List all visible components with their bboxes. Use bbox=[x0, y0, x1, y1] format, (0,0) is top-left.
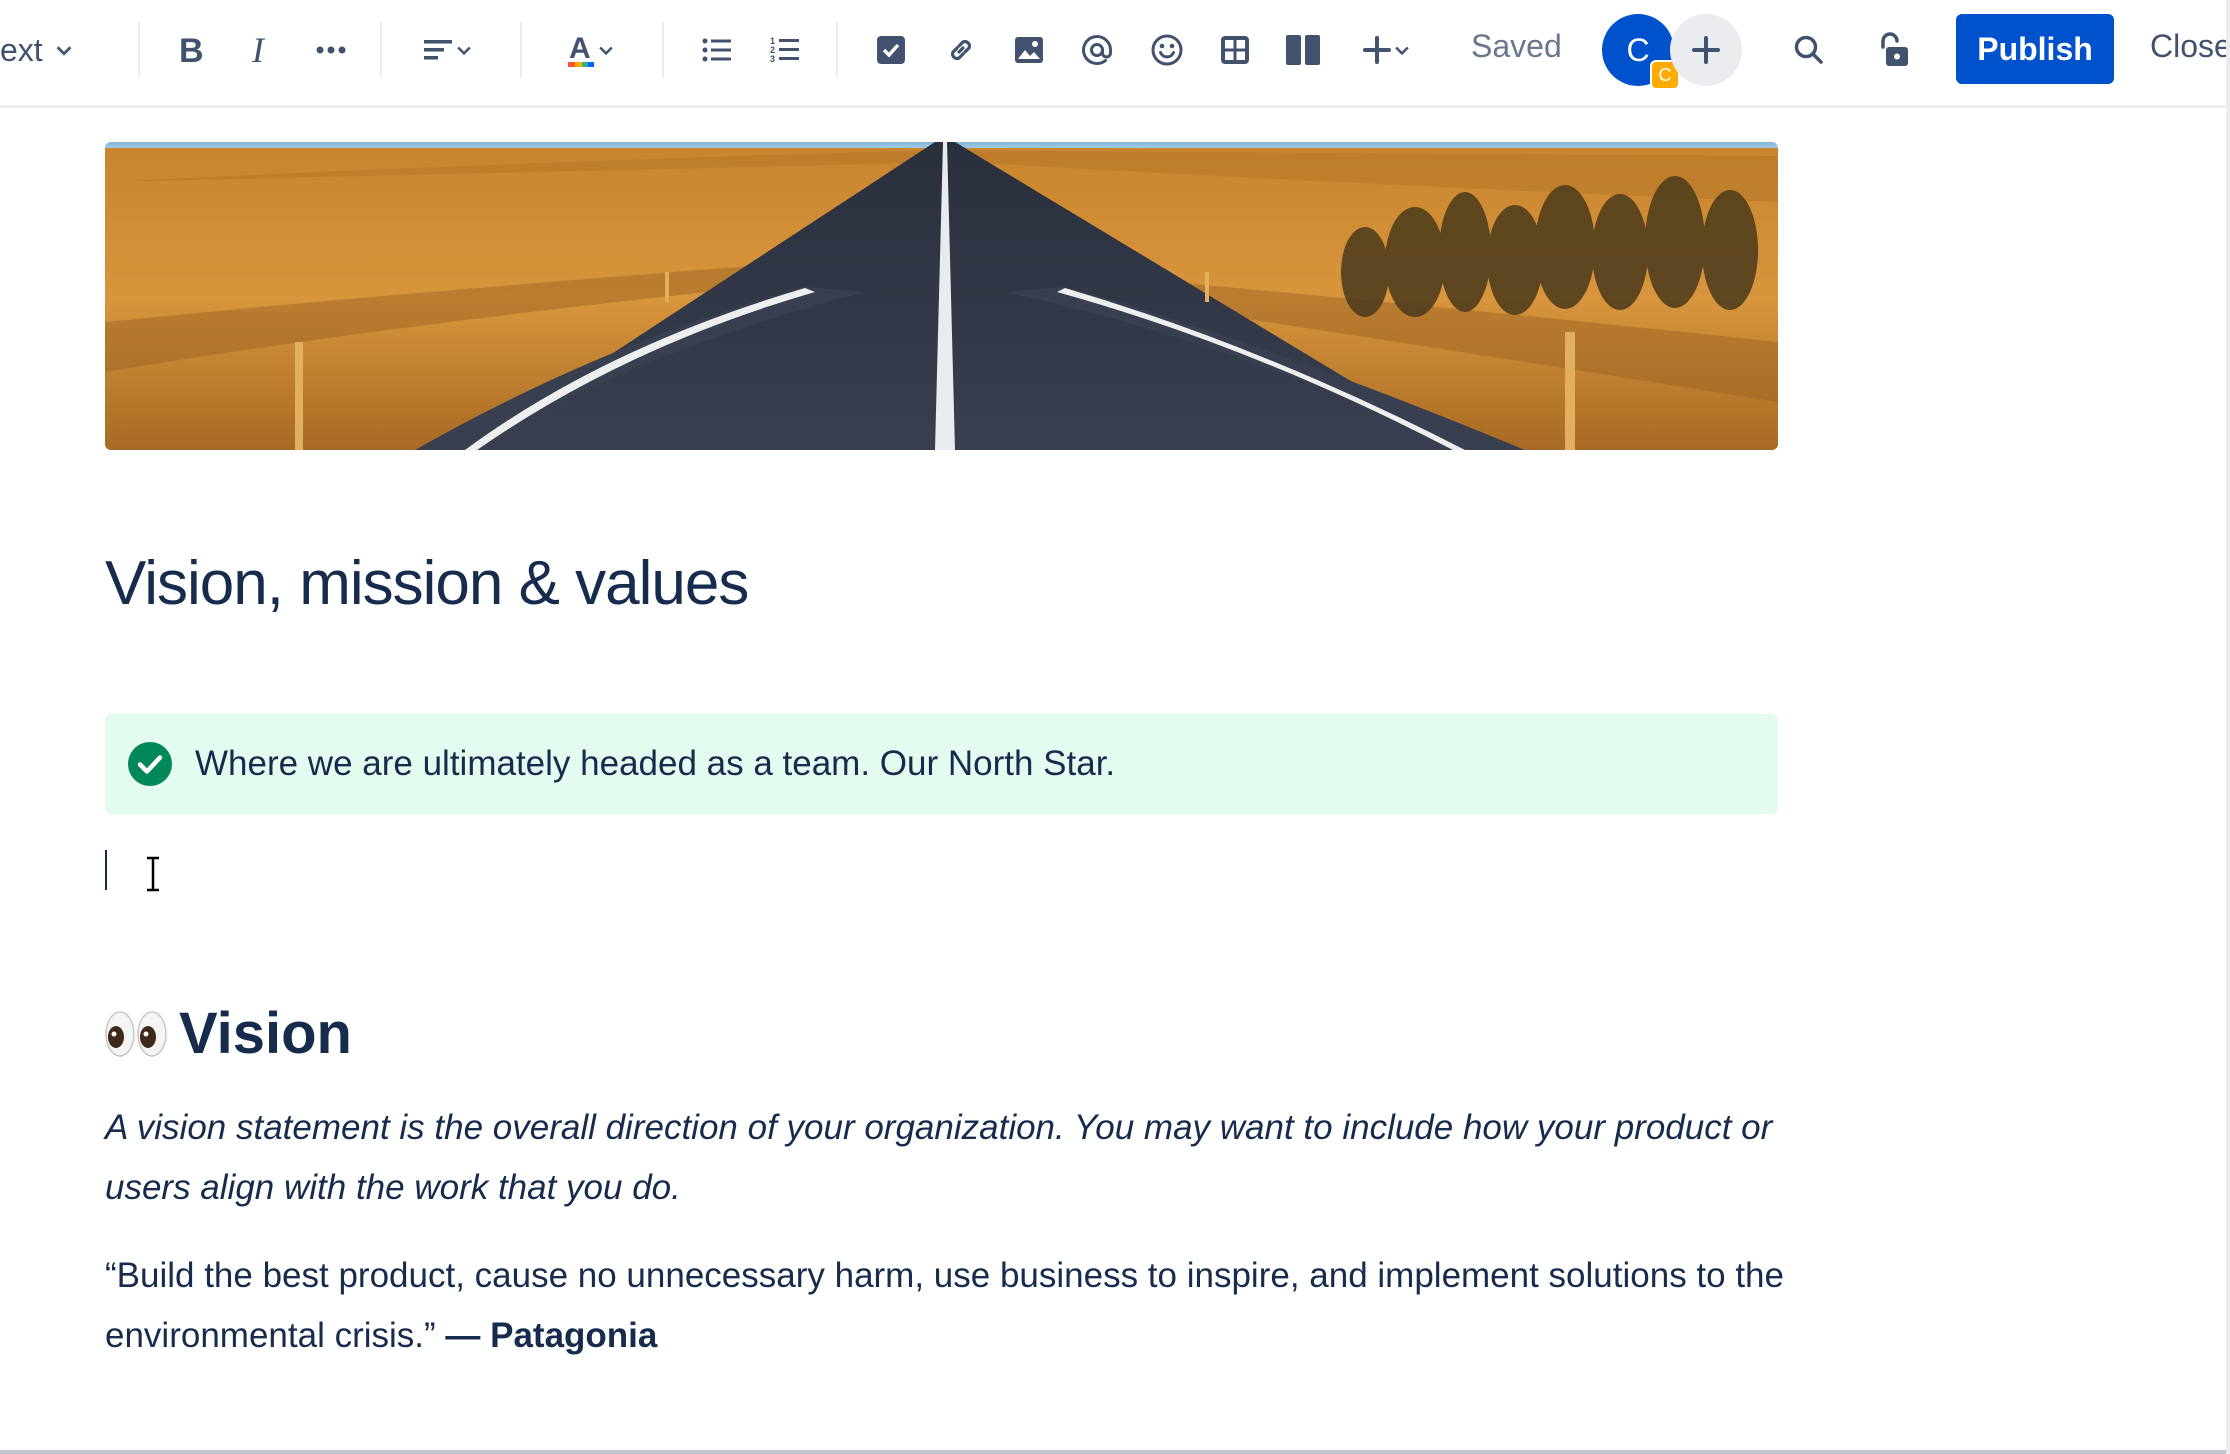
chevron-down-icon bbox=[457, 46, 471, 56]
align-left-icon bbox=[424, 40, 452, 60]
insert-more-dropdown[interactable] bbox=[1350, 20, 1424, 80]
more-formatting-button[interactable] bbox=[306, 20, 356, 80]
collaborator-avatar[interactable]: C C bbox=[1602, 14, 1680, 90]
more-icon bbox=[316, 46, 346, 54]
bullet-list-button[interactable] bbox=[692, 20, 742, 80]
alignment-dropdown[interactable] bbox=[414, 20, 484, 80]
unlock-icon bbox=[1881, 32, 1908, 66]
toolbar-divider bbox=[520, 22, 522, 78]
restrictions-button[interactable] bbox=[1868, 20, 1918, 80]
emoji-icon bbox=[1151, 34, 1183, 66]
bullet-list-icon bbox=[702, 38, 731, 62]
plus-icon bbox=[1363, 36, 1391, 64]
quote-author: — Patagonia bbox=[445, 1316, 658, 1355]
svg-text:A: A bbox=[569, 32, 591, 65]
close-button[interactable]: Close bbox=[2150, 28, 2230, 65]
svg-text:B: B bbox=[179, 33, 204, 67]
editor-toolbar: ext B I A 123 Saved C C Publish Close bbox=[0, 0, 2230, 108]
italic-icon: I bbox=[251, 33, 266, 67]
chevron-down-icon bbox=[56, 46, 72, 56]
table-button[interactable] bbox=[1210, 20, 1260, 80]
plus-icon bbox=[1692, 36, 1720, 64]
text-color-dropdown[interactable]: A bbox=[556, 20, 626, 80]
mention-icon bbox=[1082, 35, 1112, 66]
bold-button[interactable]: B bbox=[166, 20, 216, 80]
chevron-down-icon bbox=[599, 46, 613, 56]
action-item-button[interactable] bbox=[866, 20, 916, 80]
vision-heading-text: Vision bbox=[179, 1001, 352, 1066]
search-icon bbox=[1794, 35, 1823, 64]
save-status: Saved bbox=[1471, 28, 1562, 64]
toolbar-divider bbox=[380, 22, 382, 78]
toolbar-divider bbox=[662, 22, 664, 78]
quote-text: “Build the best product, cause no unnece… bbox=[105, 1256, 1784, 1355]
panel-text: Where we are ultimately headed as a team… bbox=[195, 744, 1116, 783]
eyes-icon bbox=[105, 1010, 167, 1058]
numbered-list-button[interactable]: 123 bbox=[760, 20, 810, 80]
find-replace-button[interactable] bbox=[1784, 20, 1834, 80]
vision-heading[interactable]: Vision bbox=[105, 1000, 352, 1067]
page-title[interactable]: Vision, mission & values bbox=[105, 548, 749, 619]
text-cursor bbox=[105, 850, 107, 890]
toolbar-divider bbox=[836, 22, 838, 78]
numbered-list-icon: 123 bbox=[770, 36, 799, 64]
vision-description[interactable]: A vision statement is the overall direct… bbox=[105, 1098, 1805, 1218]
bold-icon: B bbox=[179, 33, 204, 67]
publish-button[interactable]: Publish bbox=[1956, 14, 2114, 84]
window-bottom-border bbox=[0, 1450, 2230, 1454]
chevron-down-icon bbox=[1395, 46, 1409, 56]
layouts-button[interactable] bbox=[1278, 20, 1328, 80]
layout-columns-icon bbox=[1286, 35, 1320, 65]
italic-button[interactable]: I bbox=[236, 20, 286, 80]
ibeam-cursor-icon bbox=[147, 856, 159, 892]
image-icon bbox=[1015, 37, 1043, 63]
scrollbar-track[interactable] bbox=[2226, 0, 2230, 1454]
link-icon bbox=[950, 39, 972, 61]
svg-text:3: 3 bbox=[770, 54, 775, 64]
check-circle-icon bbox=[128, 742, 172, 786]
checkbox-icon bbox=[877, 36, 905, 64]
svg-text:I: I bbox=[251, 33, 266, 67]
vision-quote[interactable]: “Build the best product, cause no unnece… bbox=[105, 1246, 1805, 1366]
link-button[interactable] bbox=[936, 20, 986, 80]
image-button[interactable] bbox=[1004, 20, 1054, 80]
emoji-button[interactable] bbox=[1142, 20, 1192, 80]
table-icon bbox=[1221, 36, 1249, 64]
text-style-dropdown[interactable]: ext bbox=[0, 20, 90, 80]
text-style-label: ext bbox=[0, 31, 43, 68]
success-panel[interactable]: Where we are ultimately headed as a team… bbox=[105, 714, 1778, 814]
text-color-icon: A bbox=[568, 32, 594, 67]
invite-collaborator-button[interactable] bbox=[1670, 14, 1742, 86]
avatar-initial: C bbox=[1626, 31, 1650, 68]
toolbar-divider bbox=[138, 22, 140, 78]
mention-button[interactable] bbox=[1072, 20, 1122, 80]
header-image bbox=[105, 142, 1778, 450]
